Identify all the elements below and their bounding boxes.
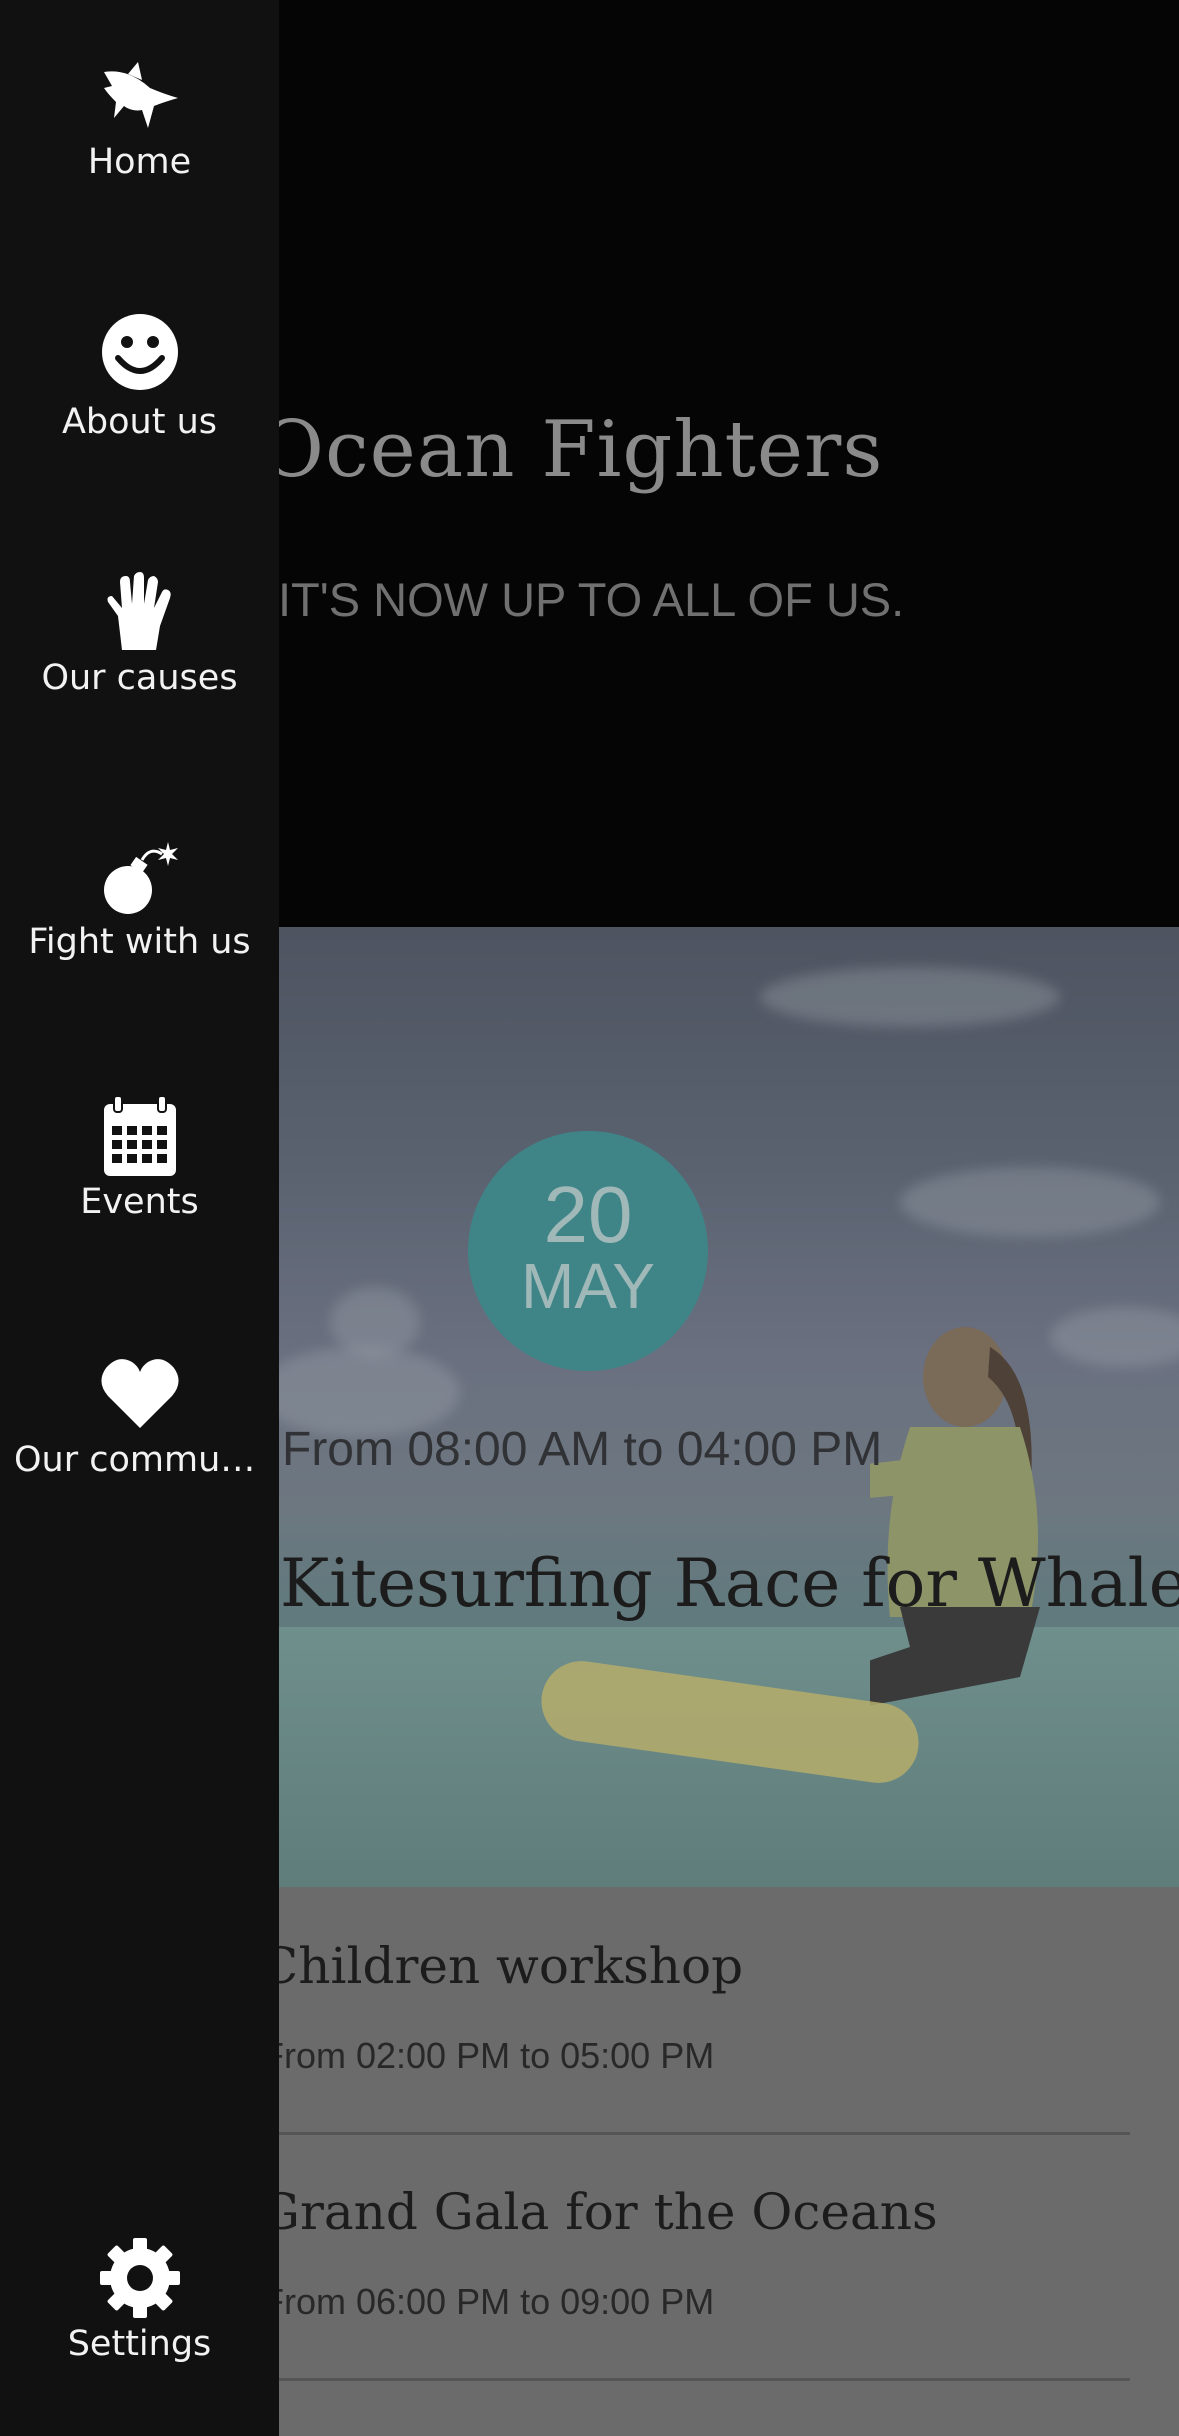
event-item-title: Children workshop bbox=[260, 1937, 744, 1995]
nav-item-settings[interactable]: Settings bbox=[0, 2236, 279, 2436]
nav-label-our-community: Our community bbox=[14, 1440, 279, 1480]
side-nav-drawer: Home About us Our causes Fight with us E… bbox=[0, 0, 279, 2436]
nav-label-fight-with-us: Fight with us bbox=[28, 922, 251, 962]
nav-item-our-community[interactable]: Our community bbox=[0, 1352, 279, 1552]
event-item-title: Grand Gala for the Oceans bbox=[260, 2183, 938, 2241]
nav-item-fight-with-us[interactable]: Fight with us bbox=[0, 838, 279, 1038]
kitesurfer-image bbox=[870, 1327, 1040, 1706]
event-month: MAY bbox=[521, 1250, 655, 1322]
hero-title: Ocean Fighters bbox=[260, 405, 884, 495]
nav-item-our-causes[interactable]: Our causes bbox=[0, 572, 279, 772]
bomb-icon bbox=[104, 842, 178, 914]
event-day: 20 bbox=[543, 1170, 633, 1259]
heart-icon bbox=[101, 1359, 179, 1428]
nav-item-events[interactable]: Events bbox=[0, 1094, 279, 1294]
event-item-time: From 06:00 PM to 09:00 PM bbox=[262, 2281, 715, 2322]
nav-label-events: Events bbox=[80, 1182, 199, 1222]
calendar-icon bbox=[104, 1095, 176, 1176]
nav-item-home[interactable]: Home bbox=[0, 58, 279, 258]
featured-event-title[interactable]: Kitesurfing Race for Whales bbox=[280, 1545, 1179, 1622]
nav-label-home: Home bbox=[87, 142, 192, 182]
hero-subtitle: IT'S NOW UP TO ALL OF US. bbox=[278, 573, 905, 626]
nav-item-about-us[interactable]: About us bbox=[0, 312, 279, 512]
smiley-icon bbox=[102, 314, 178, 390]
event-date-badge: 20 MAY bbox=[468, 1131, 708, 1371]
featured-event-time: From 08:00 AM to 04:00 PM bbox=[282, 1423, 883, 1476]
nav-label-about-us: About us bbox=[61, 402, 218, 442]
gear-icon bbox=[100, 2238, 180, 2318]
hand-icon bbox=[107, 572, 171, 650]
nav-label-our-causes: Our causes bbox=[41, 658, 238, 698]
nav-label-settings: Settings bbox=[67, 2324, 212, 2364]
event-item-time: From 02:00 PM to 05:00 PM bbox=[262, 2035, 715, 2076]
shark-icon bbox=[104, 62, 178, 128]
